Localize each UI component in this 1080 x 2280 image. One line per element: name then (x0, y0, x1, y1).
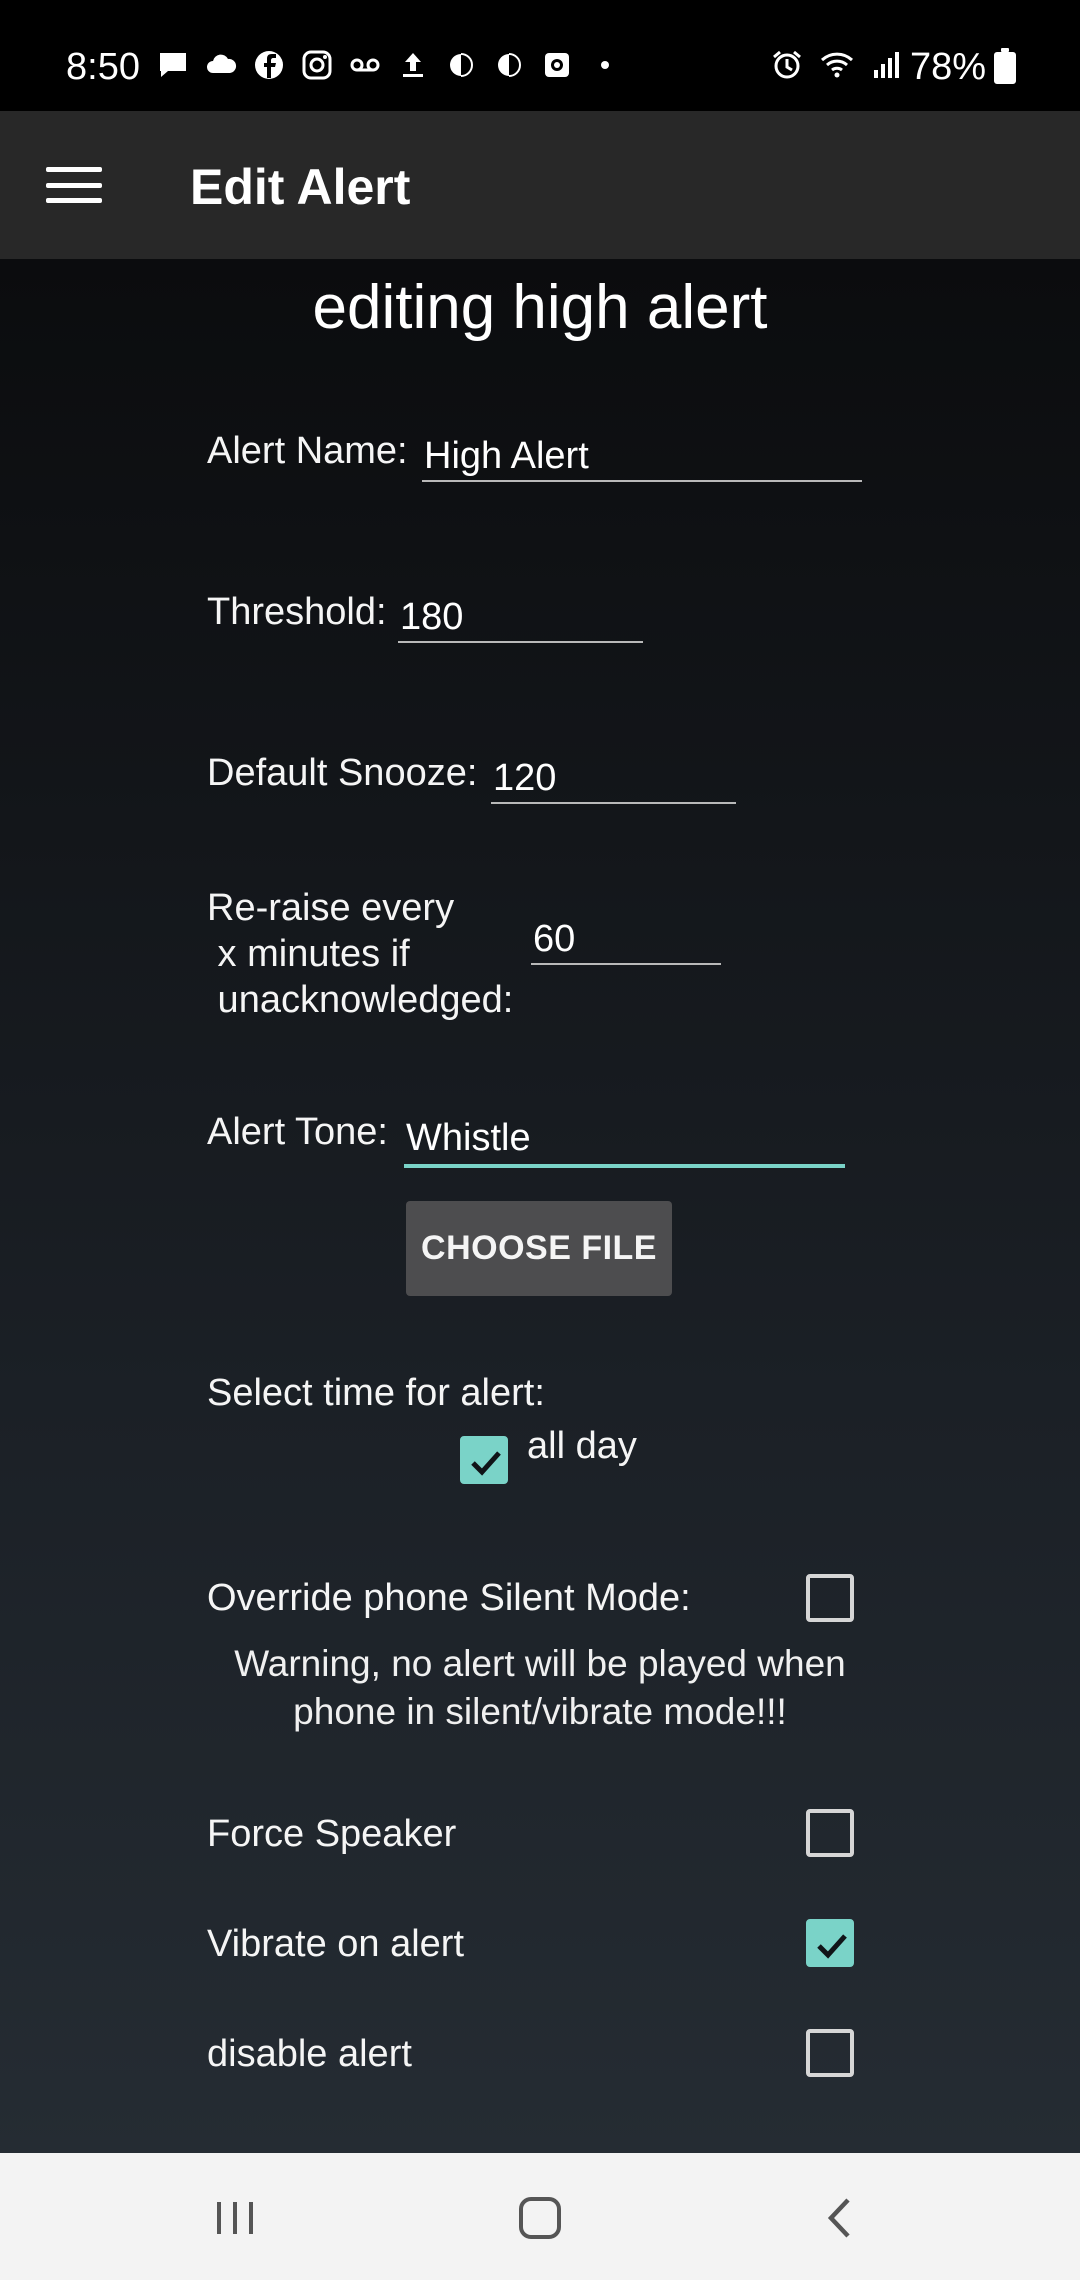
notification-icons (156, 48, 622, 82)
all-day-label: all day (527, 1425, 637, 1467)
status-bar: 8:50 78% (0, 0, 1080, 111)
default-snooze-label: Default Snooze: (207, 752, 478, 794)
menu-icon[interactable] (36, 159, 112, 211)
disable-alert-label: disable alert (207, 2033, 412, 2075)
contrast-icon (498, 53, 521, 77)
default-snooze-input[interactable]: 120 (491, 756, 736, 804)
override-silent-label: Override phone Silent Mode: (207, 1577, 691, 1619)
alert-tone-label: Alert Tone: (207, 1111, 388, 1153)
warning-line1: Warning, no alert will be played when (234, 1643, 846, 1684)
instagram-icon (302, 50, 332, 80)
force-speaker-checkbox[interactable] (806, 1809, 854, 1857)
cloud-icon (207, 54, 237, 73)
battery-percent: 78% (909, 46, 986, 88)
silent-mode-warning: Warning, no alert will be played when ph… (190, 1640, 890, 1736)
checkmark-icon (817, 1934, 847, 1959)
select-time-label: Select time for alert: (207, 1372, 545, 1414)
alert-name-label: Alert Name: (207, 430, 408, 472)
reraise-label-line1: Re-raise every (207, 887, 455, 929)
page-heading: editing high alert (312, 273, 768, 342)
threshold-input[interactable]: 180 (398, 595, 643, 643)
system-nav-bar (0, 2153, 1080, 2280)
camera-icon (545, 53, 569, 77)
force-speaker-label: Force Speaker (207, 1813, 457, 1855)
page-title: Edit Alert (190, 159, 411, 215)
signal-icon (874, 52, 899, 78)
reraise-input[interactable]: 60 (531, 917, 721, 965)
reraise-label-line2: x minutes if (207, 933, 410, 975)
contrast-icon (450, 53, 473, 77)
override-silent-checkbox[interactable] (806, 1574, 854, 1622)
status-time: 8:50 (66, 46, 140, 88)
all-day-checkbox[interactable] (460, 1436, 508, 1484)
recent-apps-icon[interactable] (210, 2193, 260, 2243)
disable-alert-checkbox[interactable] (806, 2029, 854, 2077)
threshold-label: Threshold: (207, 591, 387, 633)
dot-icon (601, 61, 609, 69)
message-icon (160, 53, 186, 77)
app-bar: Edit Alert (0, 111, 1080, 259)
reraise-label-line3: unacknowledged: (207, 979, 514, 1021)
alert-name-input[interactable]: High Alert (422, 434, 862, 482)
facebook-icon (255, 51, 283, 79)
alarm-icon (773, 50, 801, 79)
choose-file-button[interactable]: CHOOSE FILE (406, 1201, 672, 1296)
checkmark-icon (471, 1451, 501, 1476)
battery-indicator: 78% (910, 46, 1016, 89)
warning-line2: phone in silent/vibrate mode!!! (293, 1691, 787, 1732)
wifi-icon (820, 52, 854, 78)
voicemail-icon (350, 58, 380, 72)
battery-icon (994, 47, 1016, 84)
vibrate-checkbox[interactable] (806, 1919, 854, 1967)
upload-icon (403, 53, 423, 77)
alert-tone-input[interactable]: Whistle (404, 1116, 845, 1168)
system-icons (770, 48, 904, 82)
back-icon[interactable] (815, 2193, 865, 2243)
home-icon[interactable] (512, 2193, 568, 2243)
vibrate-label: Vibrate on alert (207, 1923, 465, 1965)
